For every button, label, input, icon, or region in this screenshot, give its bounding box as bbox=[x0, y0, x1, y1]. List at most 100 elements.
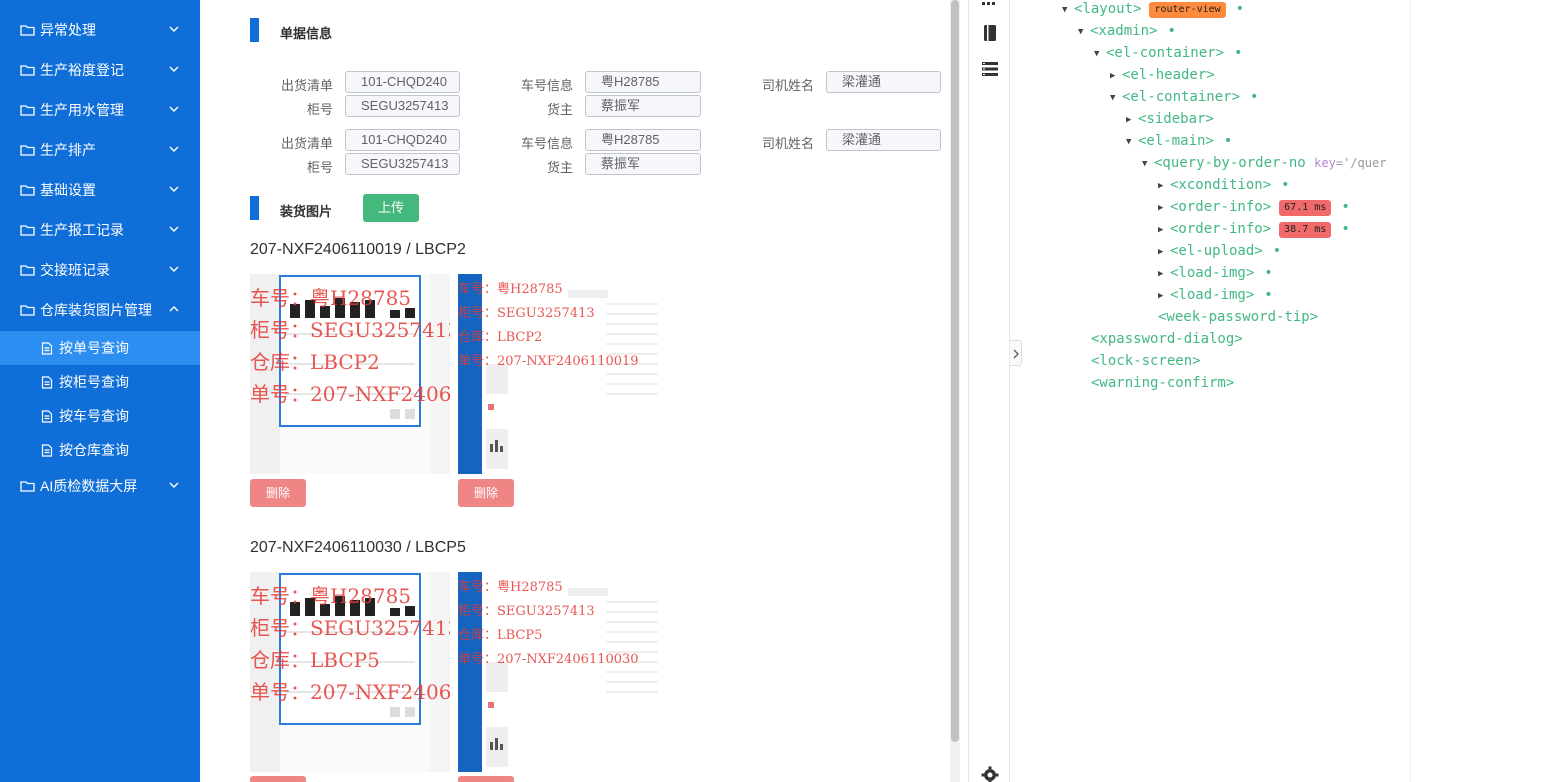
tree-node-tag: <load-img> bbox=[1170, 265, 1255, 281]
container-field[interactable]: SEGU3257413 bbox=[345, 153, 460, 175]
dot-indicator-icon: • bbox=[1250, 89, 1259, 105]
doc-section-title: 单据信息 bbox=[280, 26, 333, 41]
tree-node-order-info[interactable]: ▶ <order-info> 67.1 ms • bbox=[1158, 198, 1350, 220]
submenu-item-by-order[interactable]: 按单号查询 bbox=[0, 331, 200, 365]
tree-node-layout[interactable]: ▼ <layout> router-view • bbox=[1062, 0, 1244, 22]
dot-indicator-icon: • bbox=[1341, 199, 1350, 215]
tree-node-order-info[interactable]: ▶ <order-info> 38.7 ms • bbox=[1158, 220, 1350, 242]
order-field[interactable]: 101-CHQD240 bbox=[345, 71, 460, 93]
book-icon[interactable] bbox=[981, 24, 999, 42]
tree-node-el-container[interactable]: ▼ <el-container> • bbox=[1094, 44, 1242, 66]
grid-icon[interactable] bbox=[981, 0, 999, 10]
tree-node-warning-confirm[interactable]: <warning-confirm> bbox=[1091, 374, 1234, 396]
watermark-text: 车号：粤H28785 柜号：SEGU3257413 仓库：LBCP5 单号：20… bbox=[250, 580, 450, 708]
expand-triangle-icon: ▼ bbox=[1062, 5, 1068, 15]
menu-item-water[interactable]: 生产用水管理 bbox=[0, 90, 200, 130]
watermark-line: 仓库：LBCP2 bbox=[250, 350, 380, 374]
watermark-line: 车号：粤H28785 bbox=[458, 282, 563, 297]
chevron-down-icon bbox=[169, 66, 179, 72]
tree-node-xadmin[interactable]: ▼ <xadmin> • bbox=[1078, 22, 1176, 44]
tree-node-lock-screen[interactable]: <lock-screen> bbox=[1091, 352, 1201, 374]
prop-key: key bbox=[1314, 156, 1336, 170]
dot-indicator-icon: • bbox=[1167, 23, 1176, 39]
tree-node-tag: <sidebar> bbox=[1138, 111, 1214, 127]
tree-node-week-password-tip[interactable]: <week-password-tip> bbox=[1158, 308, 1318, 330]
folder-icon bbox=[20, 305, 35, 316]
order-field[interactable]: 101-CHQD240 bbox=[345, 129, 460, 151]
delete-button[interactable]: 删除 bbox=[458, 776, 514, 782]
tree-node-load-img[interactable]: ▶ <load-img> • bbox=[1158, 286, 1273, 308]
chevron-down-icon bbox=[169, 266, 179, 272]
load-photo[interactable]: 车号：粤H28785 柜号：SEGU3257413 仓库：LBCP5 单号：20… bbox=[458, 572, 658, 772]
document-icon bbox=[41, 375, 53, 389]
submenu-label: 按仓库查询 bbox=[59, 442, 129, 458]
document-icon bbox=[41, 443, 53, 457]
tree-node-tag: <order-info> bbox=[1170, 199, 1272, 215]
menu-item-exception[interactable]: 异常处理 bbox=[0, 10, 200, 50]
delete-button[interactable]: 删除 bbox=[250, 479, 306, 507]
owner-field[interactable]: 蔡振军 bbox=[585, 95, 701, 117]
tree-node-xcondition[interactable]: ▶ <xcondition> • bbox=[1158, 176, 1290, 198]
tree-node-load-img[interactable]: ▶ <load-img> • bbox=[1158, 264, 1273, 286]
owner-field[interactable]: 蔡振军 bbox=[585, 153, 701, 175]
menu-item-schedule[interactable]: 生产排产 bbox=[0, 130, 200, 170]
order-label: 出货清单 bbox=[280, 78, 333, 93]
main-scrollbar-thumb[interactable] bbox=[951, 0, 959, 742]
expand-triangle-icon: ▼ bbox=[1094, 49, 1100, 59]
menu-item-warehouse-photos[interactable]: 仓库装货图片管理 bbox=[0, 290, 200, 330]
menu-label: 交接班记录 bbox=[40, 262, 110, 278]
owner-label: 货主 bbox=[546, 160, 573, 175]
watermark-line: 单号：207-NXF2406110030 bbox=[458, 652, 639, 667]
tree-node-el-upload[interactable]: ▶ <el-upload> • bbox=[1158, 242, 1281, 264]
menu-item-settings[interactable]: 基础设置 bbox=[0, 170, 200, 210]
submenu-item-by-vehicle[interactable]: 按车号查询 bbox=[0, 399, 200, 433]
tree-node-xpassword-dialog[interactable]: <xpassword-dialog> bbox=[1091, 330, 1243, 352]
panel-collapse-toggle[interactable] bbox=[1010, 340, 1022, 366]
tree-node-el-main[interactable]: ▼ <el-main> • bbox=[1126, 132, 1232, 154]
delete-button[interactable]: 删除 bbox=[250, 776, 306, 782]
component-tree: ▼ <layout> router-view • ▼ <xadmin> • ▼ <el-co… bbox=[1022, 0, 1410, 782]
list-icon[interactable] bbox=[981, 60, 999, 78]
menu-item-shift[interactable]: 交接班记录 bbox=[0, 250, 200, 290]
folder-icon bbox=[20, 185, 35, 196]
vehicle-label: 车号信息 bbox=[520, 136, 573, 151]
owner-label: 货主 bbox=[546, 102, 573, 117]
menu-label: 仓库装货图片管理 bbox=[40, 302, 152, 318]
driver-field[interactable]: 梁灌通 bbox=[826, 71, 941, 93]
submenu-label: 按车号查询 bbox=[59, 408, 129, 424]
vehicle-field[interactable]: 粤H28785 bbox=[585, 129, 701, 151]
folder-icon bbox=[20, 225, 35, 236]
menu-item-work-report[interactable]: 生产报工记录 bbox=[0, 210, 200, 250]
settings-icon[interactable] bbox=[981, 766, 999, 782]
main-content: 单据信息 出货清单 101-CHQD240 车号信息 粤H28785 司机姓名 … bbox=[200, 0, 960, 782]
driver-field[interactable]: 梁灌通 bbox=[826, 129, 941, 151]
submenu-item-by-warehouse[interactable]: 按仓库查询 bbox=[0, 433, 200, 467]
driver-label: 司机姓名 bbox=[761, 136, 814, 151]
tree-node-sidebar[interactable]: ▶ <sidebar> bbox=[1126, 110, 1214, 132]
load-photo[interactable]: 车号：粤H28785 柜号：SEGU3257413 仓库：LBCP5 单号：20… bbox=[250, 572, 450, 772]
tree-node-tag: <load-img> bbox=[1170, 287, 1255, 303]
render-time-badge: 67.1 ms bbox=[1279, 200, 1332, 216]
collapse-triangle-icon: ▶ bbox=[1158, 291, 1164, 301]
router-view-badge: router-view bbox=[1149, 2, 1226, 18]
upload-button[interactable]: 上传 bbox=[363, 194, 419, 222]
delete-button[interactable]: 删除 bbox=[458, 479, 514, 507]
tree-node-el-container[interactable]: ▼ <el-container> • bbox=[1110, 88, 1258, 110]
tree-node-el-header[interactable]: ▶ <el-header> bbox=[1110, 66, 1215, 88]
watermark-line: 仓库：LBCP5 bbox=[458, 628, 543, 643]
submenu-item-by-container[interactable]: 按柜号查询 bbox=[0, 365, 200, 399]
tree-node-query-by-order-no[interactable]: ▼ <query-by-order-no key='/quer bbox=[1142, 154, 1386, 176]
load-photo[interactable]: 车号：粤H28785 柜号：SEGU3257413 仓库：LBCP2 单号：20… bbox=[458, 274, 658, 474]
collapse-triangle-icon: ▶ bbox=[1158, 181, 1164, 191]
container-field[interactable]: SEGU3257413 bbox=[345, 95, 460, 117]
dot-indicator-icon: • bbox=[1272, 243, 1282, 259]
order-label: 出货清单 bbox=[280, 136, 333, 151]
collapse-triangle-icon: ▶ bbox=[1158, 247, 1164, 257]
menu-item-margin-register[interactable]: 生产裕度登记 bbox=[0, 50, 200, 90]
prop-value: ='/quer bbox=[1335, 156, 1387, 170]
watermark-line: 单号：207-NXF2406110019 bbox=[458, 354, 639, 369]
menu-item-ai-dashboard[interactable]: AI质检数据大屏 bbox=[0, 466, 200, 506]
load-photo[interactable]: 车号：粤H28785 柜号：SEGU3257413 仓库：LBCP2 单号：20… bbox=[250, 274, 450, 474]
vehicle-field[interactable]: 粤H28785 bbox=[585, 71, 701, 93]
tree-node-tag: <el-header> bbox=[1122, 67, 1215, 83]
